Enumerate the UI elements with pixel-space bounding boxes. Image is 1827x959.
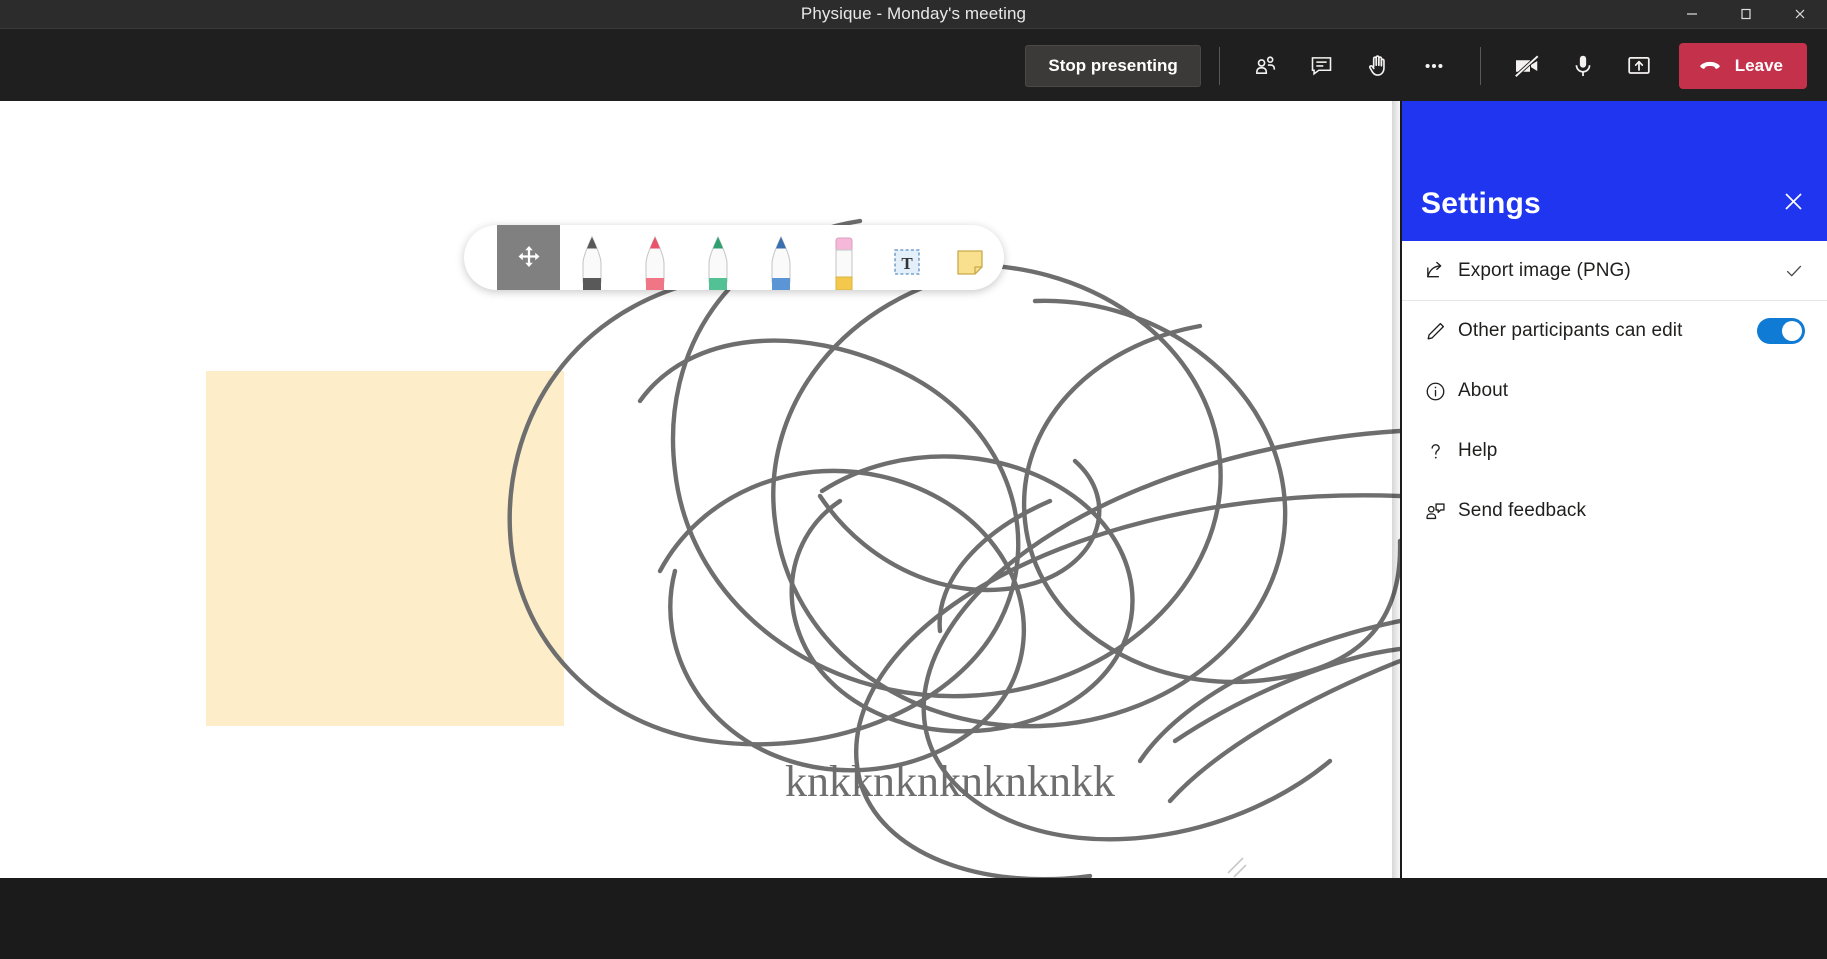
leave-button[interactable]: Leave	[1678, 42, 1807, 89]
whiteboard-canvas[interactable]: knkknknknknknkk T	[0, 101, 1400, 878]
pen-icon	[581, 235, 602, 290]
other-participants-can-edit-toggle[interactable]	[1757, 318, 1805, 344]
pen-blue-tool[interactable]	[749, 225, 812, 290]
settings-item-other-participants-can-edit[interactable]: Other participants can edit	[1402, 301, 1827, 361]
people-icon	[1255, 55, 1275, 74]
maximize-button[interactable]	[1719, 0, 1773, 28]
settings-item-about[interactable]: About	[1402, 361, 1827, 421]
stop-presenting-label: Stop presenting	[1048, 55, 1178, 75]
minimize-button[interactable]	[1665, 0, 1719, 28]
microphone-icon	[1575, 55, 1591, 76]
settings-item-label: Send feedback	[1458, 500, 1587, 521]
pencil-icon	[1424, 320, 1458, 343]
pen-red-tool[interactable]	[623, 225, 686, 290]
close-icon	[1784, 192, 1802, 210]
sticky-note-icon	[956, 250, 983, 275]
leave-label: Leave	[1734, 55, 1783, 75]
settings-item-label: Help	[1458, 440, 1498, 461]
resize-handle-marks	[1227, 857, 1247, 878]
check-icon	[1783, 260, 1805, 282]
pen-black-tool[interactable]	[560, 225, 623, 290]
eraser-tool[interactable]	[812, 225, 875, 290]
raise-hand-button[interactable]	[1350, 42, 1406, 90]
pen-icon	[707, 235, 728, 290]
info-icon	[1424, 380, 1458, 403]
whiteboard-tool-toolbar: T	[464, 225, 1004, 290]
media-divider	[1479, 46, 1481, 85]
settings-item-label: Export image (PNG)	[1458, 259, 1631, 281]
toggle-knob	[1782, 321, 1802, 341]
toolbar-divider	[1218, 46, 1220, 85]
svg-text:T: T	[901, 254, 913, 273]
settings-item-list: Export image (PNG) Other participants ca…	[1402, 241, 1827, 878]
feedback-person-icon	[1424, 500, 1458, 523]
more-options-button[interactable]	[1406, 42, 1462, 90]
settings-panel: Settings Export image (PNG) Other partic…	[1402, 101, 1827, 878]
settings-item-label: About	[1458, 380, 1509, 401]
window-title: Physique - Monday's meeting	[800, 4, 1027, 23]
meeting-control-bar: Stop presenting Leave	[0, 28, 1827, 101]
microphone-button[interactable]	[1555, 42, 1611, 90]
window-bottom-strip	[0, 878, 1827, 959]
close-button[interactable]	[1773, 0, 1827, 28]
close-icon	[1795, 9, 1805, 19]
settings-item-help[interactable]: Help	[1402, 421, 1827, 481]
minimize-icon	[1687, 13, 1697, 15]
pen-icon	[644, 235, 665, 290]
settings-header: Settings	[1402, 101, 1827, 241]
raise-hand-icon	[1368, 54, 1385, 76]
share-screen-icon	[1628, 56, 1650, 74]
participants-button[interactable]	[1238, 42, 1294, 90]
whiteboard-ink-text: knkknknknknknkk	[785, 757, 1115, 806]
sticky-note-tool[interactable]	[938, 225, 1001, 290]
text-tool[interactable]: T	[875, 225, 938, 290]
maximize-icon	[1741, 8, 1751, 20]
teams-meeting-window: Physique - Monday's meeting Stop present…	[0, 0, 1827, 959]
share-export-icon	[1424, 259, 1458, 282]
whiteboard-ink-drawing: knkknknknknknkk	[507, 218, 1400, 878]
settings-title: Settings	[1421, 187, 1541, 220]
move-tool[interactable]	[497, 225, 560, 290]
more-options-icon	[1425, 63, 1443, 68]
share-content-button[interactable]	[1611, 42, 1667, 90]
eraser-icon	[834, 237, 853, 290]
pen-icon	[770, 235, 791, 290]
camera-off-icon	[1514, 54, 1539, 78]
text-t-icon: T	[893, 249, 920, 275]
camera-toggle-button[interactable]	[1499, 42, 1555, 90]
settings-item-label: Other participants can edit	[1458, 320, 1683, 341]
window-controls	[1665, 0, 1827, 28]
title-bar: Physique - Monday's meeting	[0, 0, 1827, 28]
chat-button[interactable]	[1294, 42, 1350, 90]
stop-presenting-button[interactable]: Stop presenting	[1025, 44, 1201, 87]
question-icon	[1424, 440, 1458, 463]
chat-icon	[1312, 57, 1332, 76]
hangup-icon	[1700, 61, 1720, 69]
meeting-controls-group: Stop presenting Leave	[1025, 29, 1827, 102]
settings-item-export-image[interactable]: Export image (PNG)	[1402, 241, 1827, 301]
move-arrows-icon	[518, 245, 539, 267]
settings-close-button[interactable]	[1777, 185, 1809, 217]
pen-green-tool[interactable]	[686, 225, 749, 290]
settings-item-send-feedback[interactable]: Send feedback	[1402, 481, 1827, 541]
